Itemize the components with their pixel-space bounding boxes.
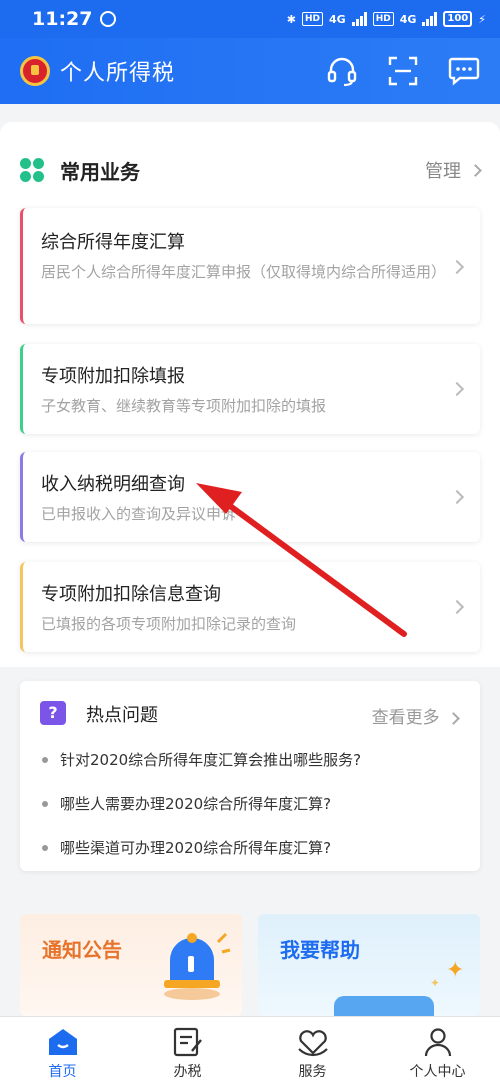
network-label-2: 4G	[399, 12, 417, 26]
hd-badge-2: HD	[372, 12, 394, 26]
sparkle-icon: ✦	[446, 958, 465, 983]
hot-question-item[interactable]: 针对2020综合所得年度汇算会推出哪些服务?	[42, 749, 361, 770]
hot-questions-panel: ? 热点问题 查看更多 针对2020综合所得年度汇算会推出哪些服务? 哪些人需要…	[20, 681, 480, 871]
tab-tax[interactable]: 办税	[125, 1017, 250, 1084]
main-content: 常用业务 管理 综合所得年度汇算 居民个人综合所得年度汇算申报（仅取得境内综合所…	[0, 104, 500, 1016]
card-title: 综合所得年度汇算	[41, 232, 185, 253]
manage-button[interactable]: 管理	[425, 157, 482, 183]
hot-question-item[interactable]: 哪些人需要办理2020综合所得年度汇算?	[42, 793, 331, 814]
help-label: 我要帮助	[280, 938, 360, 962]
headset-icon[interactable]	[326, 55, 358, 87]
card-desc: 子女教育、继续教育等专项附加扣除的填报	[41, 397, 327, 415]
card-title: 收入纳税明细查询	[41, 474, 185, 495]
heart-hand-icon	[297, 1030, 328, 1057]
card-title: 专项附加扣除填报	[41, 366, 185, 387]
chevron-right-icon	[469, 163, 482, 177]
bottom-tab-bar: 首页 办税 服务 个人中心	[0, 1016, 500, 1084]
service-card-deduction-query[interactable]: 专项附加扣除信息查询 已填报的各项专项附加扣除记录的查询	[20, 562, 480, 652]
status-time: 11:27	[32, 8, 93, 30]
person-icon	[424, 1028, 451, 1057]
message-icon[interactable]	[448, 56, 480, 86]
status-bar: 11:27 ✱ HD 4G HD 4G 100 ⚡	[0, 0, 500, 38]
status-indicators: ✱ HD 4G HD 4G 100 ⚡	[287, 11, 486, 27]
question-icon: ?	[40, 701, 66, 725]
clover-icon	[20, 158, 44, 182]
chevron-right-icon	[449, 489, 465, 505]
section-title: 常用业务	[60, 159, 140, 184]
home-icon	[48, 1029, 77, 1055]
card-desc: 已申报收入的查询及异议申诉	[41, 505, 237, 523]
card-title: 专项附加扣除信息查询	[41, 584, 221, 605]
card-desc: 已填报的各项专项附加扣除记录的查询	[41, 615, 297, 633]
bluetooth-icon: ✱	[286, 12, 296, 26]
app-title: 个人所得税	[60, 61, 176, 86]
hot-questions-title: 热点问题	[86, 705, 158, 726]
hot-question-item[interactable]: 哪些渠道可办理2020综合所得年度汇算?	[42, 837, 331, 858]
notice-label: 通知公告	[42, 938, 122, 962]
chevron-right-icon	[449, 599, 465, 615]
service-card-special-deduction[interactable]: 专项附加扣除填报 子女教育、继续教育等专项附加扣除的填报	[20, 344, 480, 434]
scan-icon[interactable]	[388, 56, 418, 86]
app-bar: 个人所得税	[0, 38, 500, 104]
tab-profile[interactable]: 个人中心	[375, 1017, 500, 1084]
chevron-right-icon	[449, 259, 465, 275]
network-label-1: 4G	[329, 12, 346, 26]
tax-emblem-icon	[20, 56, 50, 86]
tab-services[interactable]: 服务	[250, 1017, 375, 1084]
hd-badge-1: HD	[301, 12, 323, 26]
battery-icon: 100	[443, 11, 473, 27]
signal-icon	[422, 12, 438, 26]
form-edit-icon	[173, 1027, 202, 1057]
card-desc: 居民个人综合所得年度汇算申报（仅取得境内综合所得适用）	[41, 263, 447, 281]
common-services-section: 常用业务 管理 综合所得年度汇算 居民个人综合所得年度汇算申报（仅取得境内综合所…	[0, 122, 500, 667]
signal-icon	[351, 12, 367, 26]
help-banner[interactable]: 我要帮助 ✦ ✦	[258, 914, 480, 1016]
tab-home[interactable]: 首页	[0, 1017, 125, 1084]
bell-icon	[164, 932, 231, 1000]
sparkle-icon: ✦	[430, 976, 441, 990]
service-card-annual-settlement[interactable]: 综合所得年度汇算 居民个人综合所得年度汇算申报（仅取得境内综合所得适用）	[20, 208, 480, 324]
charging-icon: ⚡	[478, 12, 486, 26]
chevron-right-icon	[449, 381, 465, 397]
chevron-right-icon	[447, 712, 460, 725]
see-more-link[interactable]: 查看更多	[372, 703, 460, 728]
help-illustration	[334, 996, 434, 1016]
alarm-icon	[100, 11, 117, 27]
service-card-income-query[interactable]: 收入纳税明细查询 已申报收入的查询及异议申诉	[20, 452, 480, 542]
notice-banner[interactable]: 通知公告	[20, 914, 242, 1016]
